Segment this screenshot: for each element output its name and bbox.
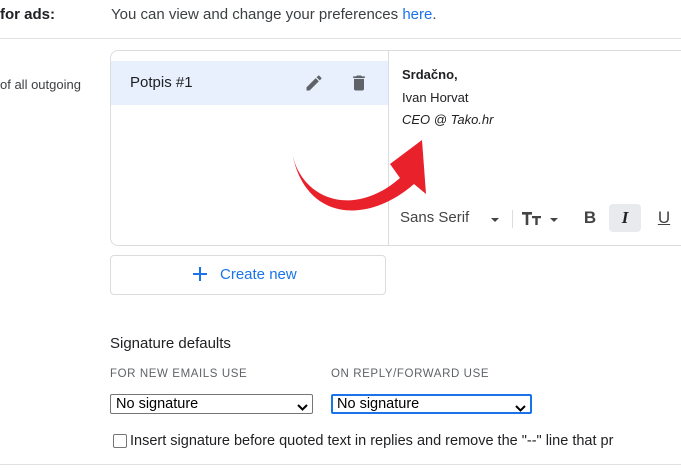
new-emails-signature-select[interactable]: No signature: [110, 394, 313, 414]
italic-button[interactable]: I: [609, 204, 641, 232]
chevron-down-icon: [297, 400, 308, 411]
insert-signature-label: Insert signature before quoted text in r…: [130, 433, 614, 449]
reply-forward-label: ON REPLY/FORWARD USE: [331, 368, 490, 380]
create-new-button[interactable]: Create new: [110, 255, 386, 295]
pencil-icon[interactable]: [304, 73, 324, 93]
curved-arrow-icon: [292, 140, 426, 211]
plus-icon: [191, 265, 209, 283]
ads-preferences-link[interactable]: here: [402, 6, 432, 23]
insert-signature-checkbox[interactable]: [113, 434, 127, 448]
ads-label: for ads:: [0, 6, 56, 23]
section-divider: [0, 38, 681, 39]
bold-button[interactable]: B: [579, 206, 601, 230]
ads-preferences-text: You can view and change your preferences…: [111, 6, 437, 23]
signature-line-title: CEO @ Tako.hr: [402, 112, 494, 127]
signature-defaults-title: Signature defaults: [110, 335, 231, 352]
size-caret-icon[interactable]: [549, 212, 559, 222]
create-new-label: Create new: [220, 266, 297, 283]
underline-button[interactable]: U: [653, 206, 675, 230]
trash-icon[interactable]: [349, 73, 369, 93]
font-caret-icon[interactable]: [489, 212, 501, 222]
signature-name: Potpis #1: [130, 74, 193, 91]
toolbar-separator: [512, 210, 513, 228]
signature-line-greeting: Srdačno,: [402, 67, 458, 82]
section-divider: [0, 464, 681, 465]
reply-forward-signature-select[interactable]: No signature: [331, 394, 532, 414]
signature-line-name: Ivan Horvat: [402, 90, 469, 105]
new-emails-label: FOR NEW EMAILS USE: [110, 368, 248, 380]
signature-list-item[interactable]: Potpis #1: [111, 61, 388, 105]
signature-section-label: of all outgoing: [0, 77, 81, 92]
chevron-down-icon: [515, 401, 526, 412]
font-size-icon[interactable]: [521, 208, 543, 228]
